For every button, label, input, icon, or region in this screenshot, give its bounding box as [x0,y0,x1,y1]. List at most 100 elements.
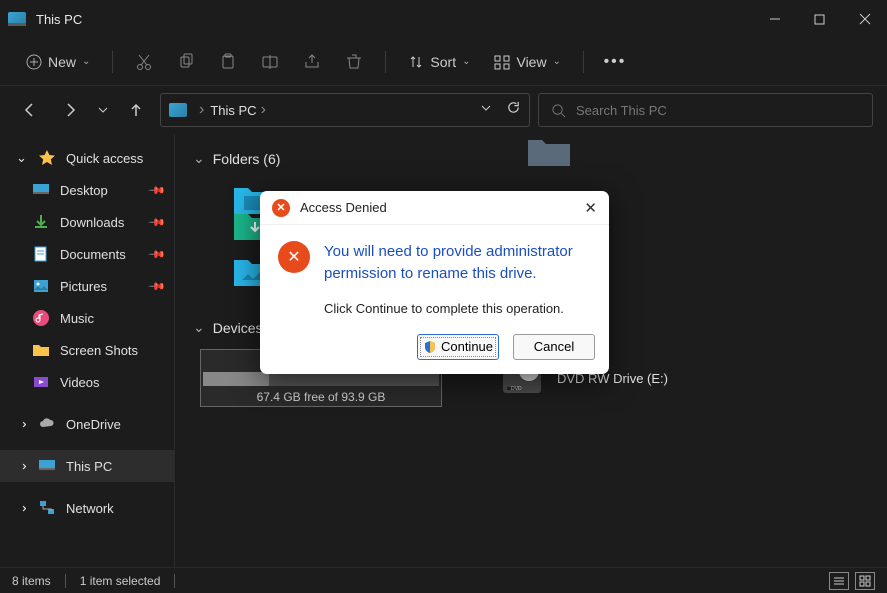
dialog-buttons: Continue Cancel [260,334,609,374]
back-button[interactable] [14,94,46,126]
close-button[interactable]: ✕ [584,199,597,217]
copy-button[interactable] [167,45,205,79]
address-dropdown[interactable] [480,101,492,119]
address-segment[interactable]: This PC [210,103,256,118]
music-icon [32,309,50,327]
chevron-right-icon: › [261,101,266,119]
cut-button[interactable] [125,45,163,79]
sort-label: Sort [430,54,456,70]
sidebar-item-quick-access[interactable]: ⌄ Quick access [0,142,174,174]
dialog-title: Access Denied [300,200,387,215]
dialog-body: ✕ You will need to provide administrator… [260,225,609,293]
nav-bar: › This PC › Search This PC [0,86,887,134]
access-denied-dialog: ✕ Access Denied ✕ ✕ You will need to pro… [260,191,609,374]
drive-usage-bar [203,372,439,386]
sidebar-item-network[interactable]: ⌄ Network [0,492,174,524]
sidebar-item-screenshots[interactable]: Screen Shots [0,334,174,366]
continue-label: Continue [441,339,493,354]
pin-icon: 📌 [148,277,167,296]
sidebar-label: Screen Shots [60,343,138,358]
view-label: View [516,54,546,70]
chevron-down-icon: ⌄ [462,56,470,67]
chevron-right-icon: ⌄ [14,460,30,472]
sidebar-label: Music [60,311,94,326]
cancel-label: Cancel [534,339,574,354]
pin-icon: 📌 [148,181,167,200]
chevron-down-icon: ⌄ [553,56,561,67]
folder-item[interactable] [527,134,571,169]
chevron-down-icon: ⌄ [82,56,90,67]
sidebar-item-downloads[interactable]: Downloads 📌 [0,206,174,238]
maximize-button[interactable] [797,0,842,38]
sidebar-item-documents[interactable]: Documents 📌 [0,238,174,270]
address-bar[interactable]: › This PC › [160,93,530,127]
close-button[interactable] [842,0,887,38]
search-input[interactable]: Search This PC [538,93,873,127]
window-title: This PC [36,12,82,27]
more-button[interactable]: ••• [596,45,634,79]
new-button[interactable]: New ⌄ [16,50,100,74]
group-label: Folders (6) [213,151,281,167]
star-icon [38,149,56,167]
minimize-button[interactable] [752,0,797,38]
chevron-down-icon: ⌄ [193,319,205,336]
sidebar-item-music[interactable]: Music [0,302,174,334]
chevron-down-icon: ⌄ [16,150,28,166]
new-label: New [48,54,76,70]
sidebar-item-desktop[interactable]: Desktop 📌 [0,174,174,206]
pin-icon: 📌 [148,213,167,232]
paste-button[interactable] [209,45,247,79]
continue-button[interactable]: Continue [417,334,499,360]
separator [385,51,386,73]
status-selected: 1 item selected [80,574,161,588]
pin-icon: 📌 [148,245,167,264]
this-pc-icon [169,103,187,117]
cloud-icon [38,415,56,433]
sidebar-item-this-pc[interactable]: ⌄ This PC [0,450,174,482]
recent-button[interactable] [94,94,112,126]
sort-button[interactable]: Sort ⌄ [398,50,480,74]
downloads-icon [32,213,50,231]
toolbar: New ⌄ Sort ⌄ View ⌄ ••• [0,38,887,86]
delete-button[interactable] [335,45,373,79]
up-button[interactable] [120,94,152,126]
desktop-icon [32,181,50,199]
documents-icon [32,245,50,263]
cancel-button[interactable]: Cancel [513,334,595,360]
chevron-down-icon: ⌄ [193,150,205,167]
forward-button[interactable] [54,94,86,126]
sidebar-label: Desktop [60,183,108,198]
search-icon [551,103,566,118]
pictures-icon [32,277,50,295]
view-details-button[interactable] [829,572,849,590]
separator [174,574,175,588]
sidebar-label: Network [66,501,114,516]
network-icon [38,499,56,517]
sidebar-item-videos[interactable]: Videos [0,366,174,398]
view-large-button[interactable] [855,572,875,590]
status-count: 8 items [12,574,51,588]
title-bar: This PC [0,0,887,38]
sidebar-label: Videos [60,375,100,390]
chevron-right-icon: ⌄ [14,502,30,514]
view-button[interactable]: View ⌄ [484,50,570,74]
separator [112,51,113,73]
svg-text:DVD: DVD [511,386,522,392]
sidebar-label: This PC [66,459,112,474]
chevron-right-icon: ⌄ [14,418,30,430]
status-bar: 8 items 1 item selected [0,567,887,593]
share-button[interactable] [293,45,331,79]
search-placeholder: Search This PC [576,103,667,118]
sidebar-label: Downloads [60,215,124,230]
shield-icon [423,340,437,354]
separator [65,574,66,588]
rename-button[interactable] [251,45,289,79]
sidebar-label: Quick access [66,151,143,166]
sidebar-item-onedrive[interactable]: ⌄ OneDrive [0,408,174,440]
sidebar-item-pictures[interactable]: Pictures 📌 [0,270,174,302]
sidebar-label: OneDrive [66,417,121,432]
this-pc-icon [8,12,26,26]
refresh-button[interactable] [506,100,521,120]
chevron-right-icon: › [199,101,204,119]
sidebar: ⌄ Quick access Desktop 📌 Downloads 📌 Doc… [0,134,175,567]
